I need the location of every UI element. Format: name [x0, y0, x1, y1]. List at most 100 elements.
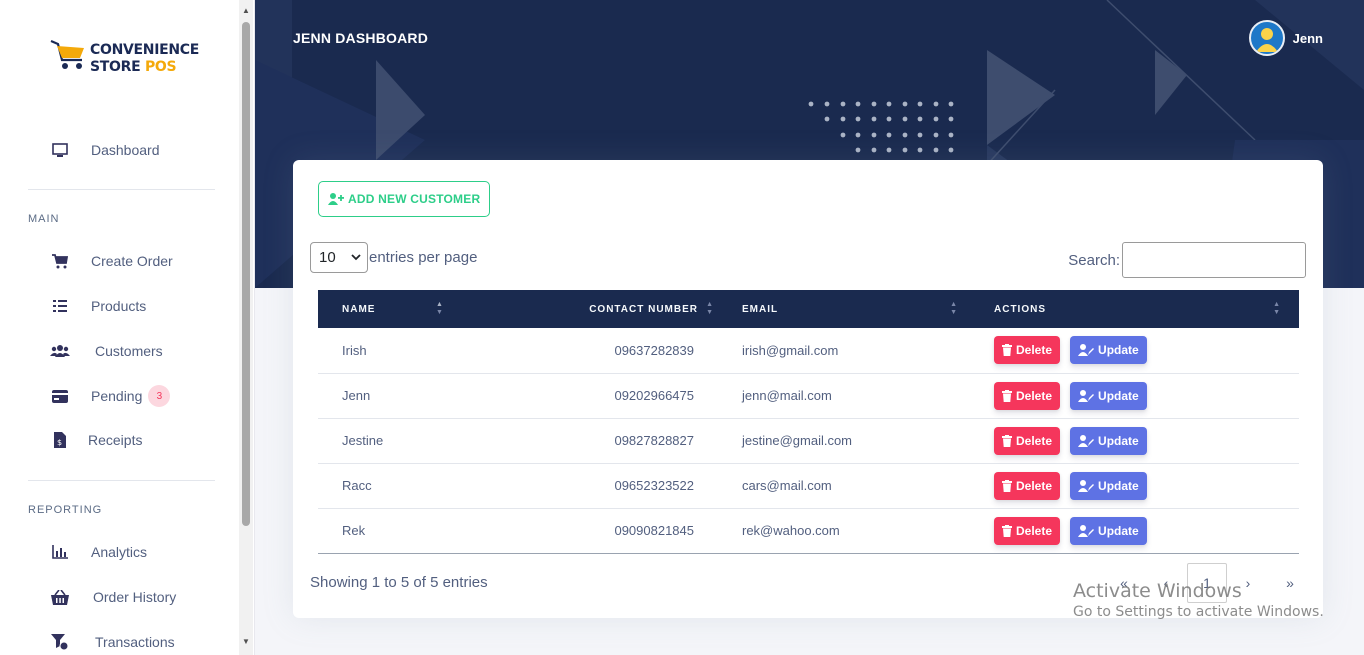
sidebar-item-analytics[interactable]: Analytics	[50, 540, 147, 564]
sidebar-item-order-history[interactable]: Order History	[50, 585, 176, 609]
delete-button[interactable]: Delete	[994, 426, 1061, 455]
showing-entries: Showing 1 to 5 of 5 entries	[310, 574, 488, 591]
section-title-reporting: REPORTING	[28, 504, 103, 516]
delete-button[interactable]: Delete	[994, 471, 1061, 500]
section-title-main: MAIN	[28, 213, 60, 225]
sidebar-item-dashboard[interactable]: Dashboard	[50, 138, 160, 162]
watermark-subtitle: Go to Settings to activate Windows.	[1073, 604, 1324, 620]
divider	[28, 189, 215, 190]
pending-badge: 3	[148, 385, 171, 407]
sidebar-item-label: Receipts	[88, 432, 143, 448]
cell-name: Racc	[342, 478, 372, 493]
cell-contact: 09090821845	[614, 523, 694, 538]
user-name: Jenn	[1292, 30, 1323, 46]
sidebar-item-label: Transactions	[95, 634, 175, 650]
sidebar-item-label: Analytics	[91, 544, 148, 560]
update-button[interactable]: Update	[1070, 426, 1147, 455]
cell-actions: Delete Update	[970, 373, 1299, 418]
sort-icon: ▲ ▼	[436, 301, 444, 316]
sidebar-item-products[interactable]: Products	[50, 294, 146, 318]
search-input[interactable]	[1122, 242, 1306, 278]
cell-name: Jestine	[342, 433, 384, 448]
user-plus-icon	[328, 193, 344, 205]
logo-text: CONVENIENCE STORE POS	[90, 42, 200, 75]
search-control: Search:	[1068, 242, 1306, 278]
user-edit-icon	[1078, 389, 1095, 402]
cell-contact: 09827828827	[614, 433, 694, 448]
chart-icon	[50, 542, 70, 562]
trash-icon	[1002, 434, 1012, 447]
windows-watermark: Activate Windows Go to Settings to activ…	[1073, 580, 1324, 620]
cell-actions: Delete Update	[970, 463, 1299, 508]
sidebar-item-transactions[interactable]: Transactions	[50, 630, 175, 654]
table-row: Racc 09652323522 cars@mail.com Delete Update	[318, 463, 1299, 508]
sidebar-item-label: Pending	[91, 388, 143, 404]
divider	[28, 480, 215, 481]
cell-email: rek@wahoo.com	[742, 523, 840, 538]
monitor-icon	[50, 140, 70, 160]
customers-card: ADD NEW CUSTOMER 10 entries per page Sea…	[293, 160, 1323, 618]
page-title: JENN DASHBOARD	[293, 30, 429, 46]
users-icon	[50, 341, 70, 361]
sidebar-item-label: Dashboard	[91, 142, 160, 158]
sidebar-item-pending[interactable]: Pending 3	[50, 384, 171, 408]
cell-contact: 09652323522	[614, 478, 694, 493]
user-edit-icon	[1078, 524, 1095, 537]
update-button[interactable]: Update	[1070, 336, 1147, 365]
cell-email: cars@mail.com	[742, 478, 832, 493]
update-button[interactable]: Update	[1070, 516, 1147, 545]
user-edit-icon	[1078, 344, 1095, 357]
entries-value: 10	[319, 249, 336, 266]
delete-button[interactable]: Delete	[994, 336, 1061, 365]
trash-icon	[1002, 479, 1012, 492]
entries-control: 10 entries per page	[310, 242, 477, 273]
sidebar-item-label: Products	[91, 298, 147, 314]
list-icon	[50, 296, 70, 316]
card-icon	[50, 386, 70, 406]
cell-actions: Delete Update	[970, 508, 1299, 553]
column-header-contact[interactable]: CONTACT NUMBER ▲ ▼	[540, 290, 718, 328]
basket-icon	[50, 587, 70, 607]
user-edit-icon	[1078, 479, 1095, 492]
user-menu[interactable]: Jenn	[1248, 20, 1323, 56]
column-header-name[interactable]: NAME ▲ ▼	[318, 290, 540, 328]
table-row: Jenn 09202966475 jenn@mail.com Delete Update	[318, 373, 1299, 418]
column-header-email[interactable]: EMAIL ▲ ▼	[718, 290, 970, 328]
funnel-dollar-icon	[50, 632, 70, 652]
sort-icon: ▲ ▼	[706, 301, 714, 316]
table-row: Irish 09637282839 irish@gmail.com Delete Upd…	[318, 328, 1299, 373]
cart-logo-icon	[50, 39, 84, 69]
sidebar-item-label: Customers	[95, 343, 163, 359]
sidebar-scrollbar-thumb[interactable]	[242, 22, 250, 526]
cell-name: Irish	[342, 342, 367, 358]
column-header-actions[interactable]: ACTIONS ▲ ▼	[970, 290, 1299, 328]
avatar[interactable]	[1248, 20, 1285, 56]
sidebar-item-create-order[interactable]: Create Order	[50, 249, 173, 273]
customers-table: NAME ▲ ▼ CONTACT NUMBER ▲ ▼ EMAIL ▲ ▼ ACTIO…	[318, 290, 1299, 554]
table-row: Rek 09090821845 rek@wahoo.com Delete Update	[318, 508, 1299, 553]
sidebar-item-label: Create Order	[91, 253, 173, 269]
cell-contact: 09202966475	[614, 388, 694, 403]
trash-icon	[1002, 524, 1012, 537]
chevron-down-icon	[351, 254, 361, 261]
update-button[interactable]: Update	[1070, 381, 1147, 410]
delete-button[interactable]: Delete	[994, 381, 1061, 410]
search-label: Search:	[1068, 251, 1120, 269]
cell-actions: Delete Update	[970, 418, 1299, 463]
logo[interactable]: CONVENIENCE STORE POS	[48, 38, 199, 80]
trash-icon	[1002, 389, 1012, 402]
add-customer-button[interactable]: ADD NEW CUSTOMER	[318, 181, 491, 217]
svg-text:$: $	[57, 438, 62, 447]
cell-name: Jenn	[342, 388, 371, 403]
entries-select[interactable]: 10	[310, 242, 368, 273]
delete-button[interactable]: Delete	[994, 516, 1061, 545]
scroll-down-icon[interactable]: ▼	[241, 637, 251, 647]
cell-email: jestine@gmail.com	[742, 433, 853, 448]
table-header-row: NAME ▲ ▼ CONTACT NUMBER ▲ ▼ EMAIL ▲ ▼ ACTIO…	[318, 290, 1299, 328]
scroll-up-icon[interactable]: ▲	[241, 6, 251, 16]
sort-icon: ▲ ▼	[1273, 301, 1281, 316]
update-button[interactable]: Update	[1070, 471, 1147, 500]
cell-contact: 09637282839	[614, 342, 694, 358]
sidebar-item-receipts[interactable]: $ Receipts	[50, 428, 142, 452]
sidebar-item-customers[interactable]: Customers	[50, 339, 163, 363]
